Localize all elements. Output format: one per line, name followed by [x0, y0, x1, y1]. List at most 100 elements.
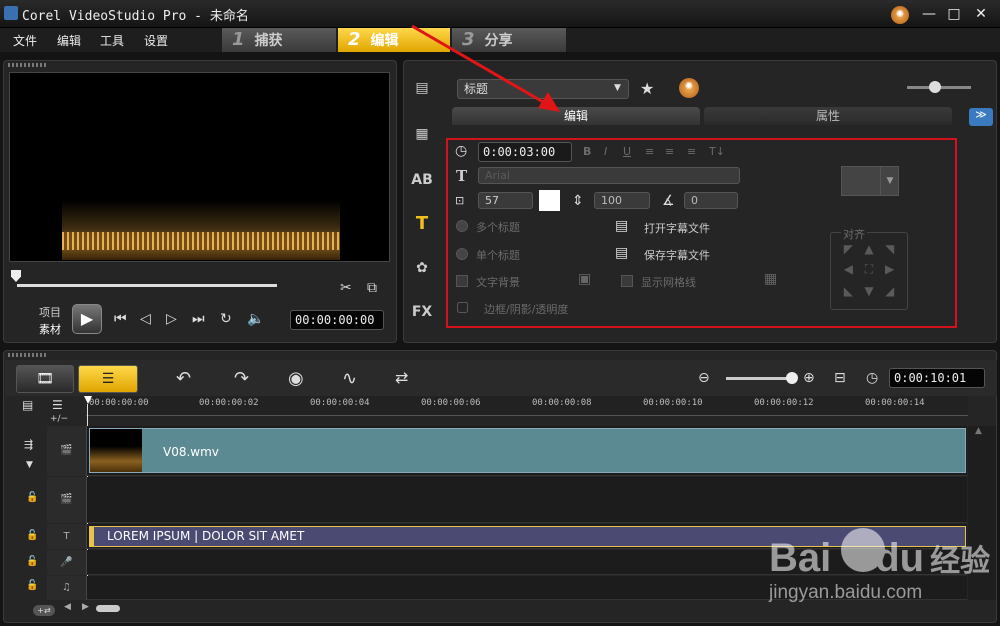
tab-properties[interactable]: 属性 [704, 107, 952, 125]
video-track-icon[interactable]: 🎬 [47, 426, 87, 476]
align-center-icon[interactable]: ≡ [665, 145, 674, 158]
voice-track-icon[interactable]: 🎤 [47, 550, 87, 575]
text-background-checkbox[interactable] [456, 275, 468, 287]
video-clip-name: V08.wmv [163, 445, 219, 459]
video-clip[interactable] [89, 428, 966, 473]
zoom-thumbnail-knob[interactable] [929, 81, 941, 93]
menu-edit[interactable]: 编辑 [57, 32, 81, 49]
repeat-icon[interactable]: ↻ [220, 311, 232, 327]
align-left-icon[interactable]: ≡ [645, 145, 654, 158]
help-icon[interactable]: ✺ [891, 6, 909, 24]
align-top-right-icon[interactable]: ◥ [879, 242, 900, 262]
angle-field[interactable]: 0 [684, 192, 738, 209]
menu-settings[interactable]: 设置 [144, 32, 168, 49]
filter-icon[interactable]: FX [409, 300, 435, 324]
horizontal-scroll-thumb[interactable] [96, 605, 120, 612]
overlay-track-icon[interactable]: 🎬 [47, 477, 87, 523]
align-bottom-right-icon[interactable]: ◢ [879, 284, 900, 304]
open-subtitle-icon[interactable]: ▤ [615, 218, 628, 234]
auto-music-icon[interactable]: ⇄ [395, 368, 408, 387]
show-all-tracks-icon[interactable]: ▤ [22, 398, 33, 412]
multi-title-radio[interactable] [456, 220, 468, 232]
previous-icon[interactable]: ◁ [140, 311, 151, 327]
fit-project-icon[interactable]: ⊟ [834, 370, 846, 386]
mode-project[interactable]: 项目 [39, 304, 61, 320]
collapse-options-icon[interactable]: ≫ [969, 108, 993, 126]
align-top-left-icon[interactable]: ◤ [838, 242, 859, 262]
scrubber-bar[interactable] [17, 284, 277, 287]
volume-icon[interactable]: 🔈 [247, 311, 264, 327]
italic-icon[interactable]: I [604, 145, 607, 158]
bold-icon[interactable]: B [583, 145, 591, 158]
align-center-icon[interactable]: ⛶ [859, 262, 880, 283]
instant-project-icon[interactable]: ▦ [409, 122, 435, 146]
align-bottom-left-icon[interactable]: ◣ [838, 284, 859, 304]
add-favorite-icon[interactable]: ★ [640, 79, 654, 98]
overlay-track[interactable] [47, 477, 967, 523]
save-subtitle-icon[interactable]: ▤ [615, 245, 628, 261]
scroll-left-icon[interactable]: ◀ [64, 602, 71, 612]
undo-icon[interactable]: ↶ [176, 368, 191, 389]
title-lock-icon[interactable]: 🔓 [26, 530, 38, 541]
player-timecode[interactable]: 00:00:00:00 [290, 310, 384, 330]
add-track-button[interactable]: +⇄ [33, 605, 55, 616]
record-capture-icon[interactable]: ◉ [288, 368, 304, 389]
menu-tools[interactable]: 工具 [100, 32, 124, 49]
graphic-icon[interactable]: ✿ [409, 256, 435, 280]
border-shadow-icon[interactable]: ▢ [456, 299, 469, 315]
align-bottom-icon[interactable]: ▼ [859, 284, 880, 304]
align-right-icon[interactable]: ▶ [879, 262, 900, 283]
zoom-in-icon[interactable]: ⊕ [803, 370, 815, 386]
title-clip-handle[interactable] [89, 526, 94, 547]
underline-icon[interactable]: U [623, 145, 631, 158]
transition-icon[interactable]: AB [409, 168, 435, 192]
zoom-out-icon[interactable]: ⊖ [698, 370, 710, 386]
track-toggle[interactable]: +/− [50, 414, 68, 424]
play-button[interactable]: ▶ [72, 304, 102, 334]
border-shadow-label[interactable]: 边框/阴影/透明度 [484, 301, 568, 317]
storyboard-view-button[interactable]: 🎞 [16, 365, 74, 393]
next-icon[interactable]: ▷ [166, 311, 177, 327]
scroll-up-icon[interactable]: ▲ [975, 426, 982, 436]
step-capture[interactable]: 1 捕获 [222, 28, 336, 52]
timeline-zoom-knob[interactable] [786, 372, 798, 384]
redo-icon[interactable]: ↷ [234, 368, 249, 389]
end-icon[interactable]: ⏭ [192, 311, 205, 327]
minimize-button[interactable]: — [918, 4, 940, 24]
font-size-dropdown[interactable]: 57 [478, 192, 533, 209]
home-icon[interactable]: ⏮ [114, 311, 127, 327]
align-right-icon[interactable]: ≡ [687, 145, 696, 158]
title-icon[interactable]: T [409, 212, 435, 236]
mode-clip[interactable]: 素材 [39, 321, 61, 337]
close-button[interactable]: ✕ [970, 4, 992, 24]
show-grid-checkbox[interactable] [621, 275, 633, 287]
text-background-settings-icon[interactable]: ▣ [578, 271, 591, 287]
save-subtitle-label[interactable]: 保存字幕文件 [644, 247, 710, 263]
music-track-icon[interactable]: ♫ [47, 576, 87, 600]
single-title-radio[interactable] [456, 248, 468, 260]
menu-file[interactable]: 文件 [13, 32, 37, 49]
align-top-icon[interactable]: ▲ [859, 242, 880, 262]
music-lock-icon[interactable]: 🔓 [26, 580, 38, 591]
duration-field[interactable]: 0:00:03:00 [478, 142, 572, 162]
color-swatch[interactable] [539, 190, 560, 211]
grid-settings-icon[interactable]: ▦ [764, 271, 777, 287]
overlay-lock-icon[interactable]: 🔓 [26, 492, 38, 503]
library-help-icon[interactable]: ✺ [679, 78, 699, 98]
timeline-view-button[interactable]: ☰ [78, 365, 138, 393]
maximize-button[interactable]: □ [943, 4, 965, 24]
audio-mixer-icon[interactable]: ∿ [342, 368, 357, 389]
line-spacing-dropdown[interactable]: 100 [594, 192, 650, 209]
scroll-right-icon[interactable]: ▶ [82, 602, 89, 612]
open-subtitle-label[interactable]: 打开字幕文件 [644, 220, 710, 236]
font-dropdown[interactable]: Arial [478, 167, 740, 184]
text-direction-icon[interactable]: T↓ [709, 145, 725, 158]
track-manager-icon[interactable]: ☰ [52, 398, 63, 412]
voice-lock-icon[interactable]: 🔓 [26, 556, 38, 567]
ripple-editing-icon[interactable]: ⇶ [24, 438, 33, 451]
align-left-icon[interactable]: ◀ [838, 262, 859, 283]
track-expand-icon[interactable]: ▼ [26, 460, 33, 470]
enlarge-icon[interactable]: ⧉ [367, 280, 377, 296]
cut-icon[interactable]: ✂ [340, 280, 352, 296]
title-track-icon[interactable]: T [47, 524, 87, 549]
